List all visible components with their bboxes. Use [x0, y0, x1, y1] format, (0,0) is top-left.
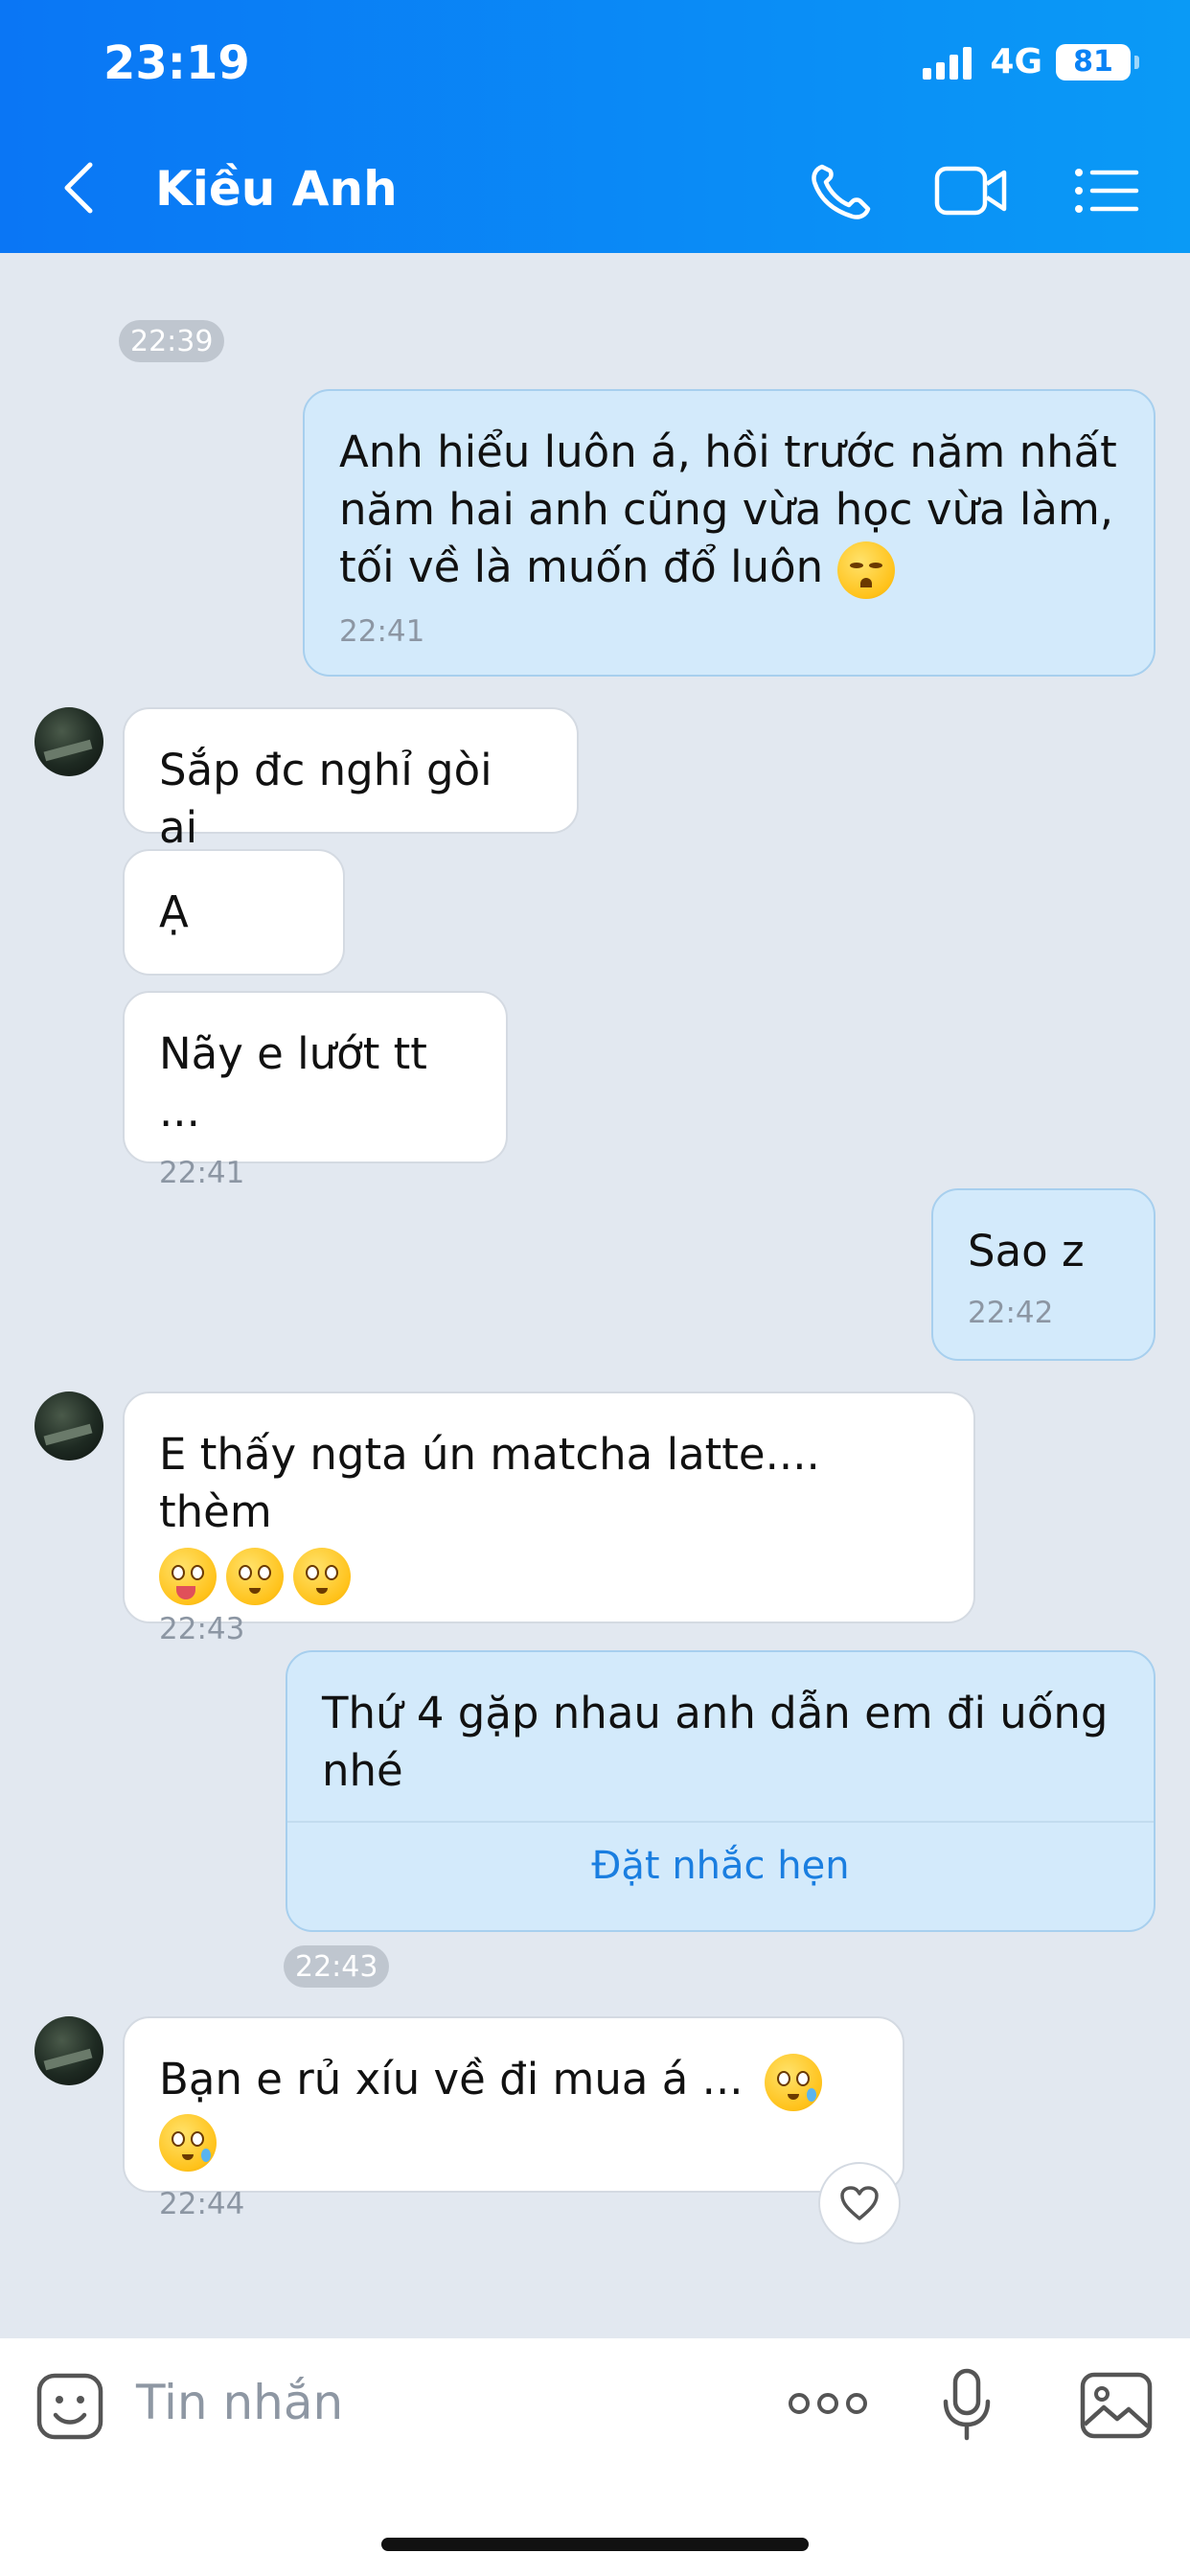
- contact-avatar[interactable]: [34, 707, 103, 776]
- message-time: 22:42: [968, 1296, 1054, 1330]
- image-gallery-icon[interactable]: [1079, 2371, 1154, 2440]
- pleading-tear-emoji: [159, 2114, 217, 2172]
- home-indicator: [381, 2538, 809, 2551]
- message-text: E thấy ngta ún matcha latte.... thèm: [159, 1429, 820, 1537]
- message-text: Ạ: [159, 886, 189, 937]
- incoming-message[interactable]: Ạ: [123, 849, 345, 976]
- pleading-tear-emoji: [764, 2054, 822, 2111]
- incoming-message[interactable]: E thấy ngta ún matcha latte.... thèm 22:…: [123, 1392, 975, 1646]
- message-text: Thứ 4 gặp nhau anh dẫn em đi uống nhé: [322, 1688, 1109, 1796]
- menu-list-icon[interactable]: [1069, 159, 1146, 222]
- time-separator: 22:39: [119, 320, 225, 362]
- time-separator: 22:43: [284, 1945, 390, 1988]
- message-time: 22:41: [339, 614, 425, 649]
- message-text: Sắp đc nghỉ gòi ai: [159, 745, 492, 853]
- sticker-emoji-icon[interactable]: [34, 2371, 105, 2442]
- contact-avatar[interactable]: [34, 1392, 103, 1460]
- pleading-face-emoji: [226, 1548, 284, 1605]
- status-time: 23:19: [103, 36, 250, 90]
- incoming-message[interactable]: Bạn e rủ xíu về đi mua á ... 22:44: [123, 2016, 904, 2221]
- video-call-icon[interactable]: [933, 159, 1010, 222]
- outgoing-message[interactable]: Thứ 4 gặp nhau anh dẫn em đi uống nhé Đặ…: [286, 1650, 1156, 1932]
- signal-icon: [923, 45, 976, 80]
- contact-avatar[interactable]: [34, 2016, 103, 2085]
- incoming-message[interactable]: Sắp đc nghỉ gòi ai: [123, 707, 579, 853]
- status-indicators: 4G 81: [923, 42, 1139, 81]
- message-text: Nãy e lướt tt ...: [159, 1028, 427, 1137]
- heart-icon: [840, 2186, 879, 2220]
- message-text: Anh hiểu luôn á, hồi trước năm nhất năm …: [339, 426, 1117, 592]
- pleading-face-emoji: [293, 1548, 351, 1605]
- message-text: Sao z: [968, 1226, 1085, 1276]
- back-arrow-icon[interactable]: [59, 159, 98, 217]
- outgoing-message[interactable]: Anh hiểu luôn á, hồi trước năm nhất năm …: [303, 389, 1156, 677]
- weary-face-emoji: [836, 541, 895, 599]
- react-heart-button[interactable]: [818, 2162, 901, 2244]
- incoming-message[interactable]: Nãy e lướt tt ... 22:41: [123, 991, 508, 1190]
- more-options-icon[interactable]: [788, 2384, 868, 2423]
- set-reminder-button[interactable]: Đặt nhắc hẹn: [287, 1821, 1154, 1909]
- contact-name[interactable]: Kiều Anh: [155, 161, 398, 217]
- message-text: Bạn e rủ xíu về đi mua á ...: [159, 2054, 744, 2104]
- outgoing-message[interactable]: Sao z 22:42: [931, 1188, 1156, 1361]
- message-time: 22:44: [159, 2187, 245, 2221]
- message-time: 22:43: [159, 1612, 245, 1646]
- microphone-icon[interactable]: [941, 2367, 993, 2444]
- emoji-row: [159, 1545, 939, 1606]
- network-type: 4G: [990, 42, 1042, 81]
- chat-header: 23:19 4G 81 Kiều Anh: [0, 0, 1190, 253]
- phone-call-icon[interactable]: [805, 159, 881, 222]
- face-with-tongue-emoji: [159, 1548, 217, 1605]
- battery-level: 81: [1073, 45, 1113, 79]
- message-input[interactable]: Tin nhắn: [136, 2375, 343, 2430]
- message-time: 22:41: [159, 1156, 245, 1190]
- battery-icon: 81: [1056, 43, 1139, 80]
